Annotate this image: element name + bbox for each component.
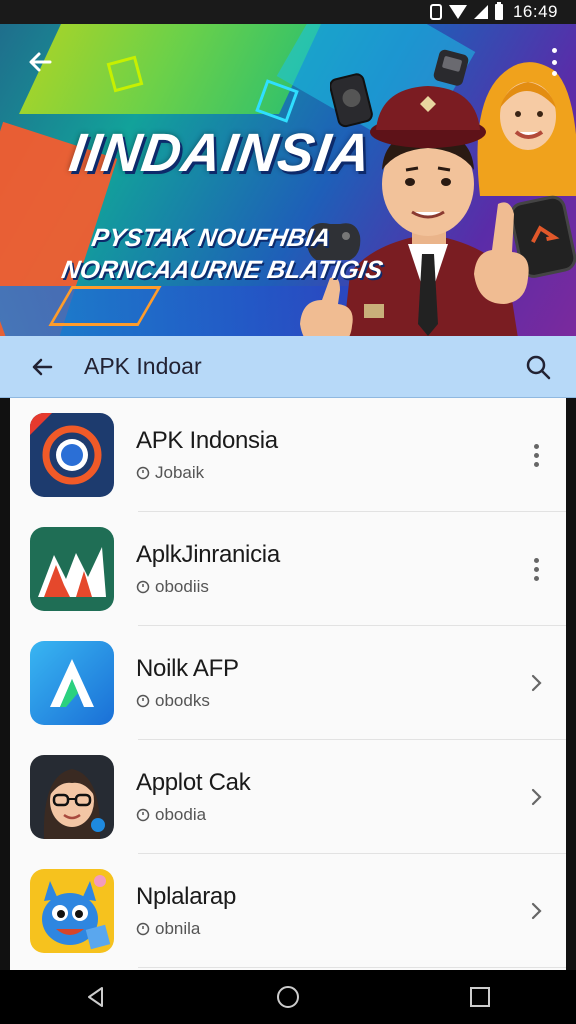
monster-app-icon [30,869,114,953]
app-subtitle-text: Jobaik [155,463,205,482]
app-title: Noilk AFP [136,655,239,682]
system-nav-bar [0,970,576,1024]
app-subtitle: obodks [136,691,524,711]
list-item-text: Applot Cak obodia [136,769,524,825]
banner-subtitle-2: NORNCAAURNE BLATIGIS [59,256,385,284]
app-title: AplkJinranicia [136,541,280,568]
clock-small-icon [136,694,150,708]
status-icons [429,2,503,20]
promo-banner: IINDAINSIA PYSTAK NOUFHBIA NORNCAAURNE B… [0,24,576,336]
back-triangle-icon[interactable] [82,983,110,1011]
glasses-face-app-icon [30,755,114,839]
app-subtitle: obodia [136,805,524,825]
wifi-icon [448,5,467,19]
app-subtitle: obodiis [136,577,524,597]
more-vertical-icon[interactable] [524,443,548,467]
app-subtitle: obnila [136,919,524,939]
clock: 16:49 [512,2,558,21]
list-item[interactable]: APK Indonsia Jobaik [10,398,566,512]
search-query-title: APK Indoar [84,353,202,379]
vibrate-icon [429,4,442,20]
search-header: APK Indoar [0,336,576,398]
app-subtitle-text: obodks [155,691,210,710]
search-icon[interactable] [524,353,552,381]
more-vertical-icon[interactable] [524,557,548,581]
list-item[interactable]: Nplalarap obnila [10,854,566,968]
app-title: APK Indonsia [136,427,278,454]
app-title: Applot Cak [136,769,251,796]
arrow-left-icon[interactable] [24,46,56,78]
clock-small-icon [136,580,150,594]
app-subtitle-text: obodiis [155,577,209,596]
list-item-text: Noilk AFP obodks [136,655,524,711]
status-bar: 16:49 [0,0,576,24]
recents-square-icon[interactable] [466,983,494,1011]
man-uniform-illustration [300,86,529,336]
list-item[interactable]: Applot Cak obodia [10,740,566,854]
app-subtitle: Jobaik [136,463,524,483]
more-vertical-icon[interactable] [550,48,558,76]
app-list: APK Indonsia Jobaik AplkJinranicia obodi… [10,398,566,970]
list-item-text: APK Indonsia Jobaik [136,427,524,483]
chevron-right-icon[interactable] [524,785,548,809]
list-item[interactable]: Noilk AFP obodks [10,626,566,740]
letter-a-app-icon [30,641,114,725]
clock-small-icon [136,808,150,822]
list-item-text: Nplalarap obnila [136,883,524,939]
signal-icon [473,5,488,19]
app-subtitle-text: obodia [155,805,207,824]
app-subtitle-text: obnila [155,919,201,938]
battery-icon [494,2,503,20]
arrow-left-icon[interactable] [28,353,56,381]
chevron-right-icon[interactable] [524,671,548,695]
list-item[interactable]: AplkJinranicia obodiis [10,512,566,626]
clock-small-icon [136,466,150,480]
list-item-text: AplkJinranicia obodiis [136,541,524,597]
app-title: Nplalarap [136,883,237,910]
banner-subtitle-1: PYSTAK NOUFHBIA [89,224,333,252]
banner-title: IINDAINSIA [65,123,376,183]
home-circle-icon[interactable] [274,983,302,1011]
chevron-right-icon[interactable] [524,899,548,923]
target-app-icon [30,413,114,497]
mountain-app-icon [30,527,114,611]
clock-small-icon [136,922,150,936]
